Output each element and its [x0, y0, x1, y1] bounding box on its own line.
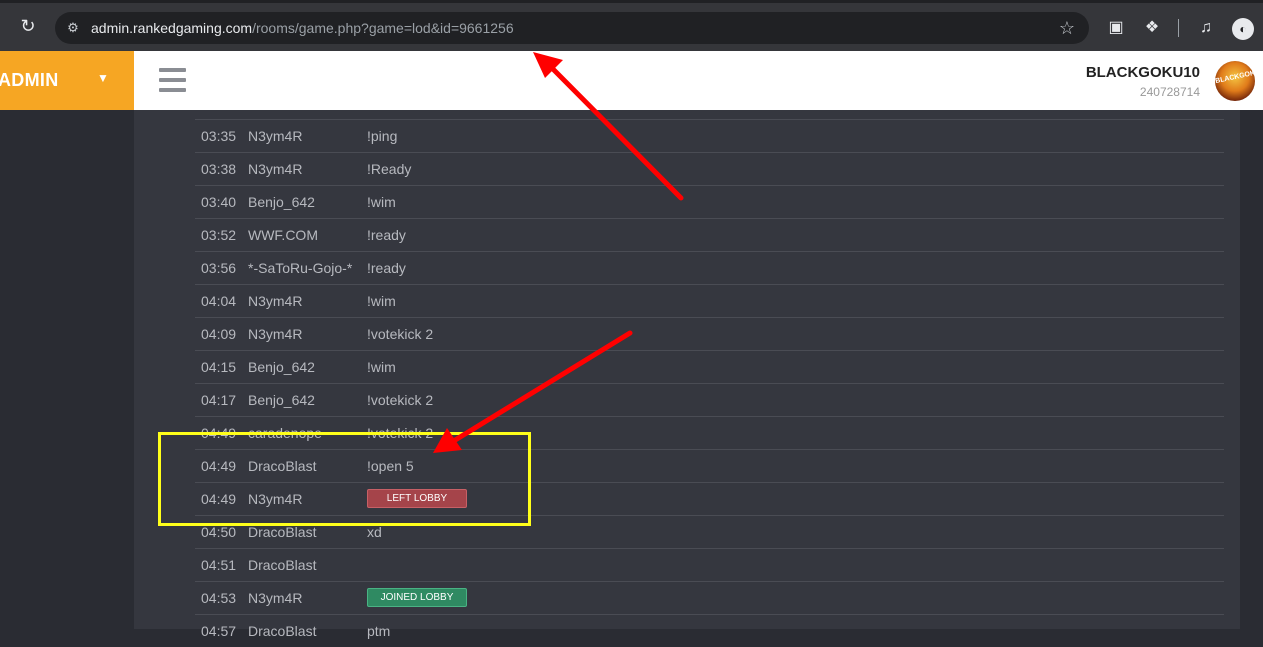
log-player-name: N3ym4R: [248, 161, 303, 177]
log-player-name: Benjo_642: [248, 194, 315, 210]
main-content: 03:35 N3ym4R !ping 03:38 N3ym4R !Ready 03:40 Be…: [134, 110, 1240, 639]
extension-icon[interactable]: ▣: [1106, 18, 1126, 38]
log-time: 04:15: [201, 359, 237, 375]
address-bar[interactable]: ⚙ admin.rankedgaming.com/rooms/game.php?…: [55, 12, 1089, 44]
log-row: 03:35 N3ym4R !ping: [195, 119, 1224, 152]
chevron-down-icon: ▼: [97, 71, 109, 85]
log-player-name: DracoBlast: [248, 557, 317, 573]
log-player-name: N3ym4R: [248, 293, 303, 309]
log-player-name: DracoBlast: [248, 524, 317, 540]
url-path: /rooms/game.php?game=lod&id=9661256: [252, 20, 514, 36]
log-time: 04:04: [201, 293, 237, 309]
profile-icon[interactable]: ◐: [1232, 18, 1254, 40]
chat-log: 03:35 N3ym4R !ping 03:38 N3ym4R !Ready 03:40 Be…: [195, 119, 1224, 647]
avatar[interactable]: BLACKGOKU: [1215, 61, 1255, 101]
user-id: 240728714: [1139, 85, 1200, 99]
log-time: 04:09: [201, 326, 237, 342]
log-row: 04:17 Benjo_642 !votekick 2: [195, 383, 1224, 416]
log-time: 04:57: [201, 623, 237, 639]
log-time: 04:17: [201, 392, 237, 408]
log-row: 04:53 N3ym4R JOINED LOBBY: [195, 581, 1224, 614]
log-message: !ready: [367, 260, 406, 276]
top-bar: BLACKGOKU10 240728714 BLACKGOKU: [134, 51, 1263, 110]
log-player-name: WWF.COM: [248, 227, 318, 243]
brand-dropdown[interactable]: ADMIN ▼: [0, 51, 134, 110]
log-row: 03:38 N3ym4R !Ready: [195, 152, 1224, 185]
log-message: !wim: [367, 293, 396, 309]
log-time: 03:35: [201, 128, 237, 144]
url-text[interactable]: admin.rankedgaming.com/rooms/game.php?ga…: [91, 20, 514, 36]
media-icon[interactable]: ♫: [1196, 18, 1216, 38]
log-message: !wim: [367, 194, 396, 210]
log-time: 03:38: [201, 161, 237, 177]
log-message: !votekick 2: [367, 326, 434, 342]
log-row: 04:09 N3ym4R !votekick 2: [195, 317, 1224, 350]
avatar-text: BLACKGOKU: [1215, 68, 1255, 86]
log-time: 03:40: [201, 194, 237, 210]
brand-label: ADMIN: [0, 70, 59, 90]
log-player-name: N3ym4R: [248, 128, 303, 144]
menu-icon[interactable]: [159, 68, 186, 93]
log-message: ptm: [367, 623, 391, 639]
browser-toolbar: ↻ ⚙ admin.rankedgaming.com/rooms/game.ph…: [0, 0, 1263, 51]
url-host: admin.rankedgaming.com: [91, 20, 253, 36]
log-message: !votekick 2: [367, 392, 434, 408]
log-time: 04:51: [201, 557, 237, 573]
log-message: !ping: [367, 128, 398, 144]
log-time: 03:52: [201, 227, 237, 243]
user-name[interactable]: BLACKGOKU10: [1086, 64, 1200, 81]
sidebar: [0, 110, 134, 629]
log-row: 03:56 *-SaToRu-Gojo-* !ready: [195, 251, 1224, 284]
log-row: 04:51 DracoBlast: [195, 548, 1224, 581]
log-player-name: Benjo_642: [248, 359, 315, 375]
bookmark-star-icon[interactable]: ☆: [1059, 18, 1075, 38]
log-row: 03:52 WWF.COM !ready: [195, 218, 1224, 251]
highlight-box: [158, 432, 531, 526]
log-row: 03:40 Benjo_642 !wim: [195, 185, 1224, 218]
log-time: 04:53: [201, 590, 237, 606]
joined-lobby-badge: JOINED LOBBY: [367, 588, 467, 607]
log-player-name: N3ym4R: [248, 590, 303, 606]
log-player-name: Benjo_642: [248, 392, 315, 408]
log-row: 04:15 Benjo_642 !wim: [195, 350, 1224, 383]
log-row: 04:04 N3ym4R !wim: [195, 284, 1224, 317]
puzzle-icon[interactable]: ❖: [1142, 18, 1162, 38]
log-message: !wim: [367, 359, 396, 375]
log-row: 04:57 DracoBlast ptm: [195, 614, 1224, 647]
log-message: xd: [367, 524, 382, 540]
log-time: 04:50: [201, 524, 237, 540]
right-gutter: [1240, 110, 1263, 629]
log-message: !ready: [367, 227, 406, 243]
log-player-name: *-SaToRu-Gojo-*: [248, 260, 353, 276]
log-time: 03:56: [201, 260, 237, 276]
toolbar-divider: [1178, 19, 1179, 37]
log-player-name: N3ym4R: [248, 326, 303, 342]
log-player-name: DracoBlast: [248, 623, 317, 639]
reload-icon[interactable]: ↻: [18, 16, 38, 36]
log-message: !Ready: [367, 161, 412, 177]
site-info-icon[interactable]: ⚙: [64, 19, 82, 37]
